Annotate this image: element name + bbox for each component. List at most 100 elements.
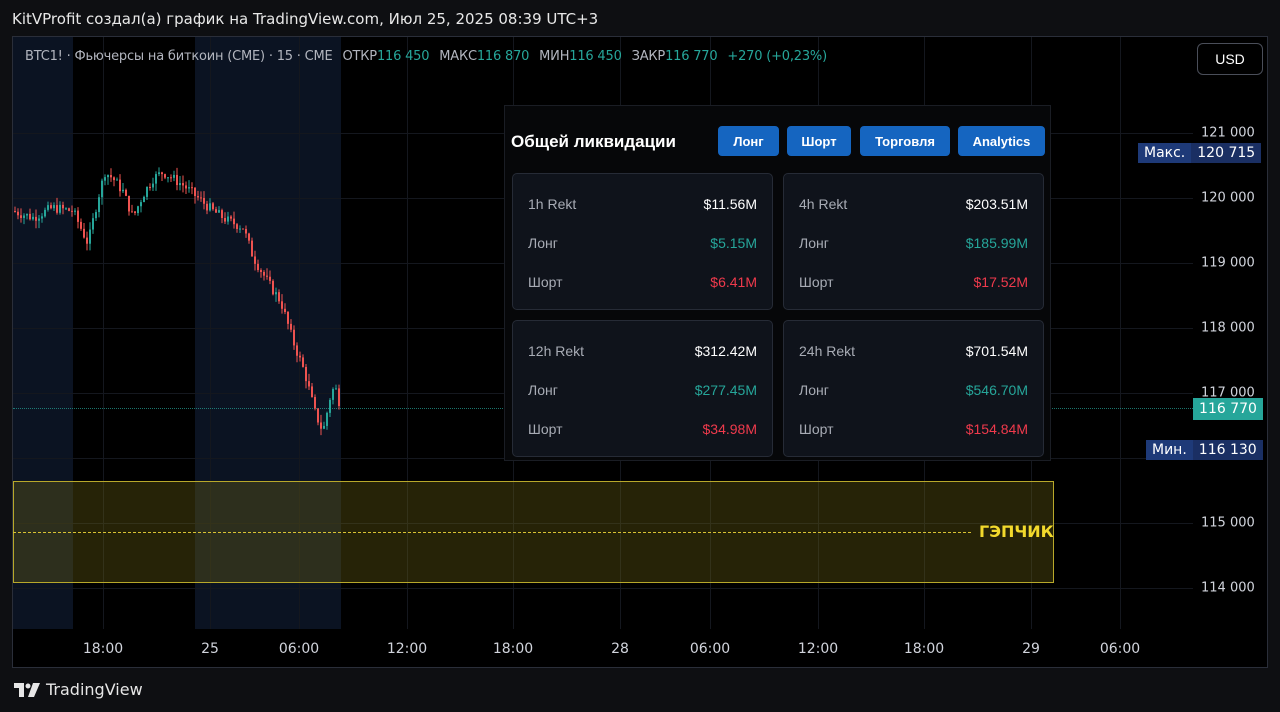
candle-body (323, 425, 325, 429)
min-price-label: Мин. 116 130 (1146, 440, 1263, 460)
analytics-button[interactable]: Analytics (958, 126, 1045, 156)
footer-brand: TradingView (46, 680, 143, 699)
candle-body (23, 215, 25, 218)
candle-body (251, 240, 253, 257)
candle-body (116, 179, 118, 181)
gap-label: ГЭПЧИК (979, 522, 1054, 541)
price-tick: 119 000 (1201, 255, 1255, 271)
candle-body (38, 218, 40, 221)
candle-body (260, 270, 262, 272)
candle-body (155, 174, 157, 184)
candle-body (68, 208, 70, 211)
liquidation-panel: Общей ликвидации Лонг Шорт Торговля Anal… (504, 105, 1051, 461)
candle-body (95, 212, 97, 219)
candle-body (32, 216, 34, 220)
candle-body (65, 208, 67, 210)
card-long-label: Лонг (799, 235, 829, 251)
candle-body (125, 189, 127, 196)
candle-body (269, 276, 271, 281)
candle-body (164, 174, 166, 178)
candle-body (338, 388, 340, 406)
candle-body (332, 389, 334, 400)
time-tick: 28 (611, 641, 629, 657)
time-tick: 18:00 (492, 641, 534, 657)
candle-body (308, 381, 310, 387)
price-tick: 121 000 (1201, 125, 1255, 141)
candle-body (287, 311, 289, 324)
liquidation-card-12h: 12h Rekt $312.42M Лонг $277.45M Шорт $34.98… (512, 320, 773, 457)
candle-body (83, 228, 85, 238)
candle-body (191, 187, 193, 189)
card-long-label: Лонг (528, 382, 558, 398)
price-tick: 118 000 (1201, 320, 1255, 336)
chart-header: KitVProfit создал(а) график на TradingVi… (12, 10, 599, 28)
tradingview-logo-icon (14, 682, 40, 697)
candle-body (284, 308, 286, 312)
price-tick: 114 000 (1201, 580, 1255, 596)
candle-body (29, 213, 31, 220)
trading-button[interactable]: Торговля (860, 126, 950, 156)
candle-body (77, 210, 79, 222)
candle-body (299, 355, 301, 358)
candle-body (35, 216, 37, 221)
footer: TradingView (14, 680, 143, 699)
card-long-label: Лонг (799, 382, 829, 398)
max-price-label: Макс. 120 715 (1138, 143, 1262, 163)
candle-body (119, 179, 121, 192)
candle-body (131, 211, 133, 213)
candle-body (335, 388, 337, 390)
candle-body (233, 218, 235, 225)
open-value: 116 450 (376, 49, 430, 64)
candle-body (206, 203, 208, 211)
candle-body (158, 172, 160, 175)
candle-body (272, 280, 274, 295)
chart-frame[interactable]: BTC1! · Фьючерсы на биткоин (CME) · 15 ·… (12, 36, 1268, 668)
candle-body (98, 197, 100, 213)
currency-button[interactable]: USD (1197, 43, 1263, 75)
candle-body (305, 366, 307, 382)
liquidation-card-1h: 1h Rekt $11.56M Лонг $5.15M Шорт $6.41M (512, 173, 773, 310)
candle-body (152, 183, 154, 188)
candle-body (218, 210, 220, 213)
candle-body (296, 345, 298, 356)
card-short-label: Шорт (528, 421, 563, 437)
candle-body (110, 175, 112, 178)
gap-line (13, 532, 971, 533)
candle-body (92, 218, 94, 230)
candle-body (17, 211, 19, 216)
candle-body (80, 221, 82, 229)
candle-body (44, 209, 46, 217)
candle-body (275, 292, 277, 295)
change-value: +270 (+0,23%) (727, 49, 827, 64)
candle-body (248, 233, 250, 241)
card-period: 24h Rekt (799, 343, 856, 359)
candle-body (212, 203, 214, 210)
short-button[interactable]: Шорт (787, 126, 851, 156)
candle-body (20, 215, 22, 218)
candle-body (329, 399, 331, 413)
card-short-label: Шорт (528, 274, 563, 290)
candle-body (209, 203, 211, 211)
liquidation-title: Общей ликвидации (511, 132, 676, 151)
candle-body (230, 216, 232, 219)
candle-body (41, 216, 43, 219)
liquidation-card-24h: 24h Rekt $701.54M Лонг $546.70M Шорт $154.8… (783, 320, 1044, 457)
candle-body (281, 301, 283, 309)
card-short-label: Шорт (799, 274, 834, 290)
candle-body (149, 186, 151, 188)
close-value: 116 770 (665, 49, 718, 64)
card-total: $701.54M (965, 343, 1028, 359)
candle-body (56, 205, 58, 213)
long-button[interactable]: Лонг (718, 126, 779, 156)
candle-body (320, 422, 322, 429)
min-key: Мин. (1146, 440, 1193, 460)
candle-body (71, 210, 73, 212)
candles (14, 167, 340, 436)
candle-body (104, 177, 106, 181)
card-period: 4h Rekt (799, 196, 848, 212)
candle-body (101, 180, 103, 198)
candle-body (242, 228, 244, 230)
card-total: $203.51M (965, 196, 1028, 212)
candle-body (290, 323, 292, 330)
card-total: $312.42M (694, 343, 757, 359)
